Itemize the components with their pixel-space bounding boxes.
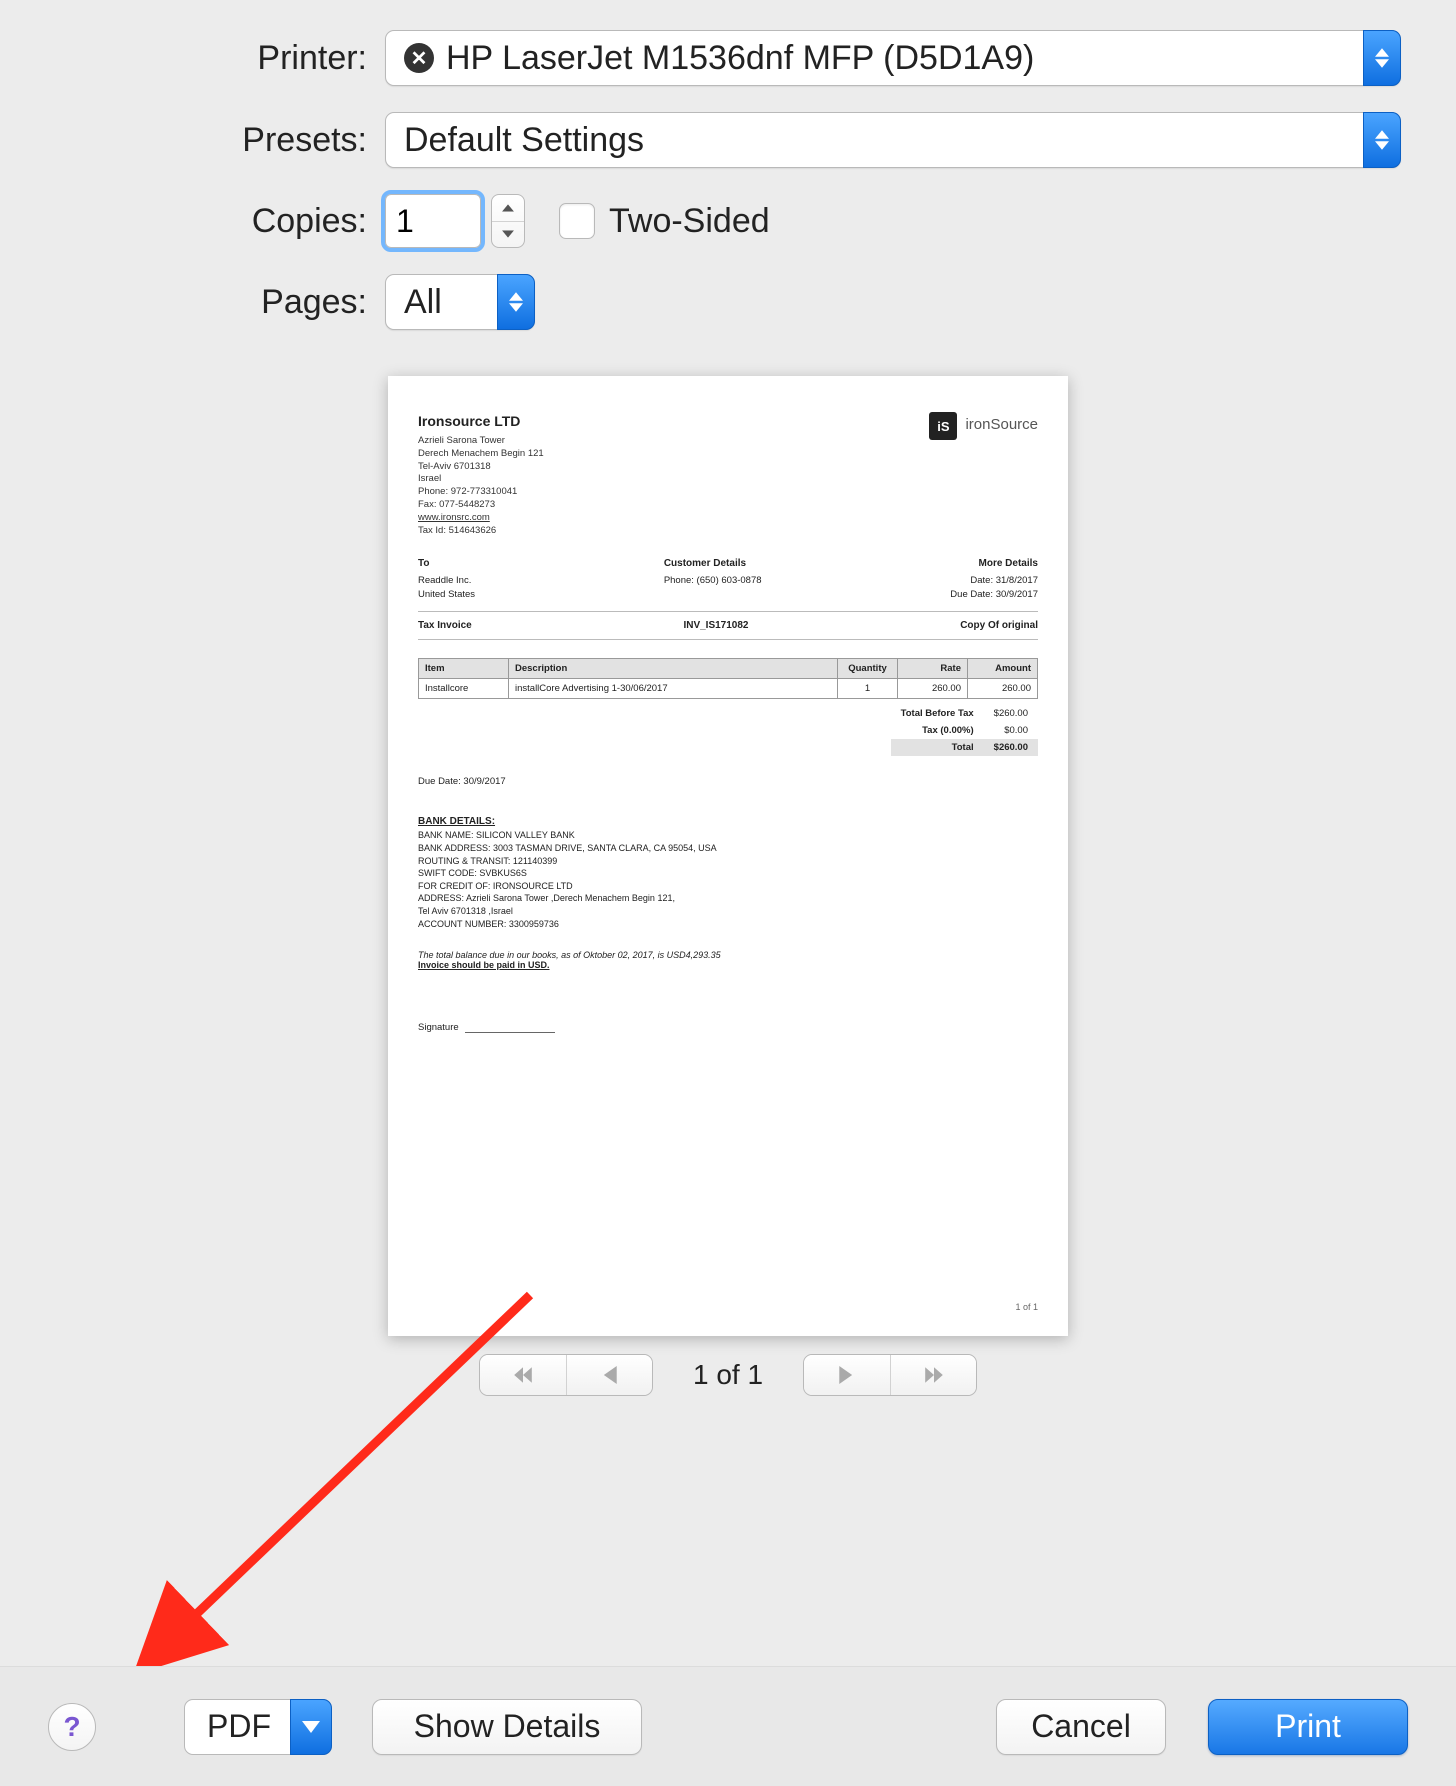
printer-status-icon: ✕: [404, 43, 434, 73]
stepper-down[interactable]: [492, 221, 524, 248]
two-sided-checkbox[interactable]: [559, 203, 595, 239]
dropdown-icon: [1363, 30, 1401, 86]
next-page-button[interactable]: [804, 1355, 890, 1395]
two-sided-label: Two-Sided: [609, 202, 770, 241]
last-page-button[interactable]: [890, 1355, 976, 1395]
preview-pager: 1 of 1: [0, 1354, 1456, 1396]
dropdown-icon: [497, 274, 535, 330]
chevron-down-icon: [290, 1699, 332, 1755]
show-details-button[interactable]: Show Details: [372, 1699, 642, 1755]
copies-input[interactable]: [385, 194, 481, 248]
print-preview: Ironsource LTD Azrieli Sarona Tower Dere…: [388, 376, 1068, 1336]
prev-page-button[interactable]: [566, 1355, 652, 1395]
printer-select[interactable]: ✕ HP LaserJet M1536dnf MFP (D5D1A9): [385, 30, 1401, 86]
print-button[interactable]: Print: [1208, 1699, 1408, 1755]
bottom-toolbar: ? PDF Show Details Cancel Print: [0, 1666, 1456, 1786]
copies-label: Copies:: [55, 202, 385, 241]
presets-select[interactable]: Default Settings: [385, 112, 1401, 168]
printer-label: Printer:: [55, 39, 385, 78]
presets-value: Default Settings: [404, 121, 644, 160]
annotation-arrow: [135, 1290, 535, 1670]
presets-label: Presets:: [55, 121, 385, 160]
copies-stepper[interactable]: [491, 194, 525, 248]
pdf-dropdown[interactable]: PDF: [184, 1699, 332, 1755]
stepper-up[interactable]: [492, 195, 524, 221]
inv-company: Ironsource LTD: [418, 412, 544, 431]
page-indicator: 1 of 1: [693, 1359, 763, 1391]
pages-select[interactable]: All: [385, 274, 535, 330]
pages-label: Pages:: [55, 283, 385, 322]
invoice-table: Item Description Quantity Rate Amount In…: [418, 658, 1038, 699]
first-page-button[interactable]: [480, 1355, 566, 1395]
ironsource-logo-icon: iS: [929, 412, 957, 440]
printer-name: HP LaserJet M1536dnf MFP (D5D1A9): [446, 39, 1034, 78]
dropdown-icon: [1363, 112, 1401, 168]
pages-value: All: [404, 283, 442, 322]
cancel-button[interactable]: Cancel: [996, 1699, 1166, 1755]
help-button[interactable]: ?: [48, 1703, 96, 1751]
